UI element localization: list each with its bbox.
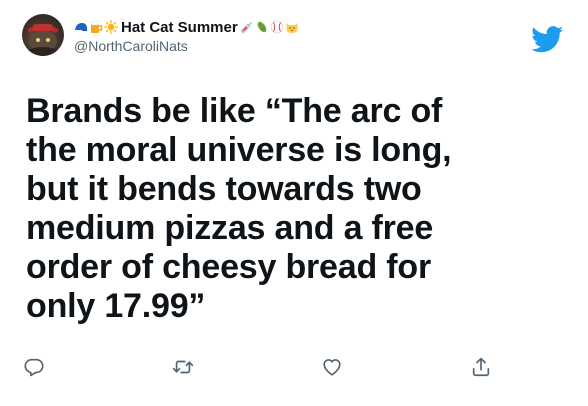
heart-icon[interactable] bbox=[321, 356, 343, 378]
tweet-text: Brands be like “The arc of the moral uni… bbox=[26, 92, 452, 325]
user-handle[interactable]: @NorthCaroliNats bbox=[74, 38, 302, 54]
tweet-header: Hat Cat Summer @NorthCaroliNats bbox=[74, 18, 302, 54]
cap-emoji-icon bbox=[74, 20, 88, 34]
cat-face-emoji-icon bbox=[285, 20, 299, 34]
tweet-actions bbox=[0, 352, 588, 382]
sun-emoji-icon bbox=[104, 20, 118, 34]
reply-icon[interactable] bbox=[23, 356, 45, 378]
name-row: Hat Cat Summer bbox=[74, 18, 302, 36]
tweet-card: Hat Cat Summer @NorthCaroliNats Brands b… bbox=[0, 0, 588, 406]
syringe-emoji-icon bbox=[240, 20, 254, 34]
twitter-bird-icon[interactable] bbox=[531, 26, 564, 53]
retweet-icon[interactable] bbox=[172, 356, 194, 378]
display-name[interactable]: Hat Cat Summer bbox=[121, 19, 238, 36]
name-suffix-emojis bbox=[240, 20, 299, 34]
beer-mug-emoji-icon bbox=[89, 20, 103, 34]
share-icon[interactable] bbox=[470, 356, 492, 378]
name-prefix-emojis bbox=[74, 20, 118, 34]
pickle-emoji-icon bbox=[255, 20, 269, 34]
baseball-emoji-icon bbox=[270, 20, 284, 34]
avatar[interactable] bbox=[22, 14, 64, 56]
